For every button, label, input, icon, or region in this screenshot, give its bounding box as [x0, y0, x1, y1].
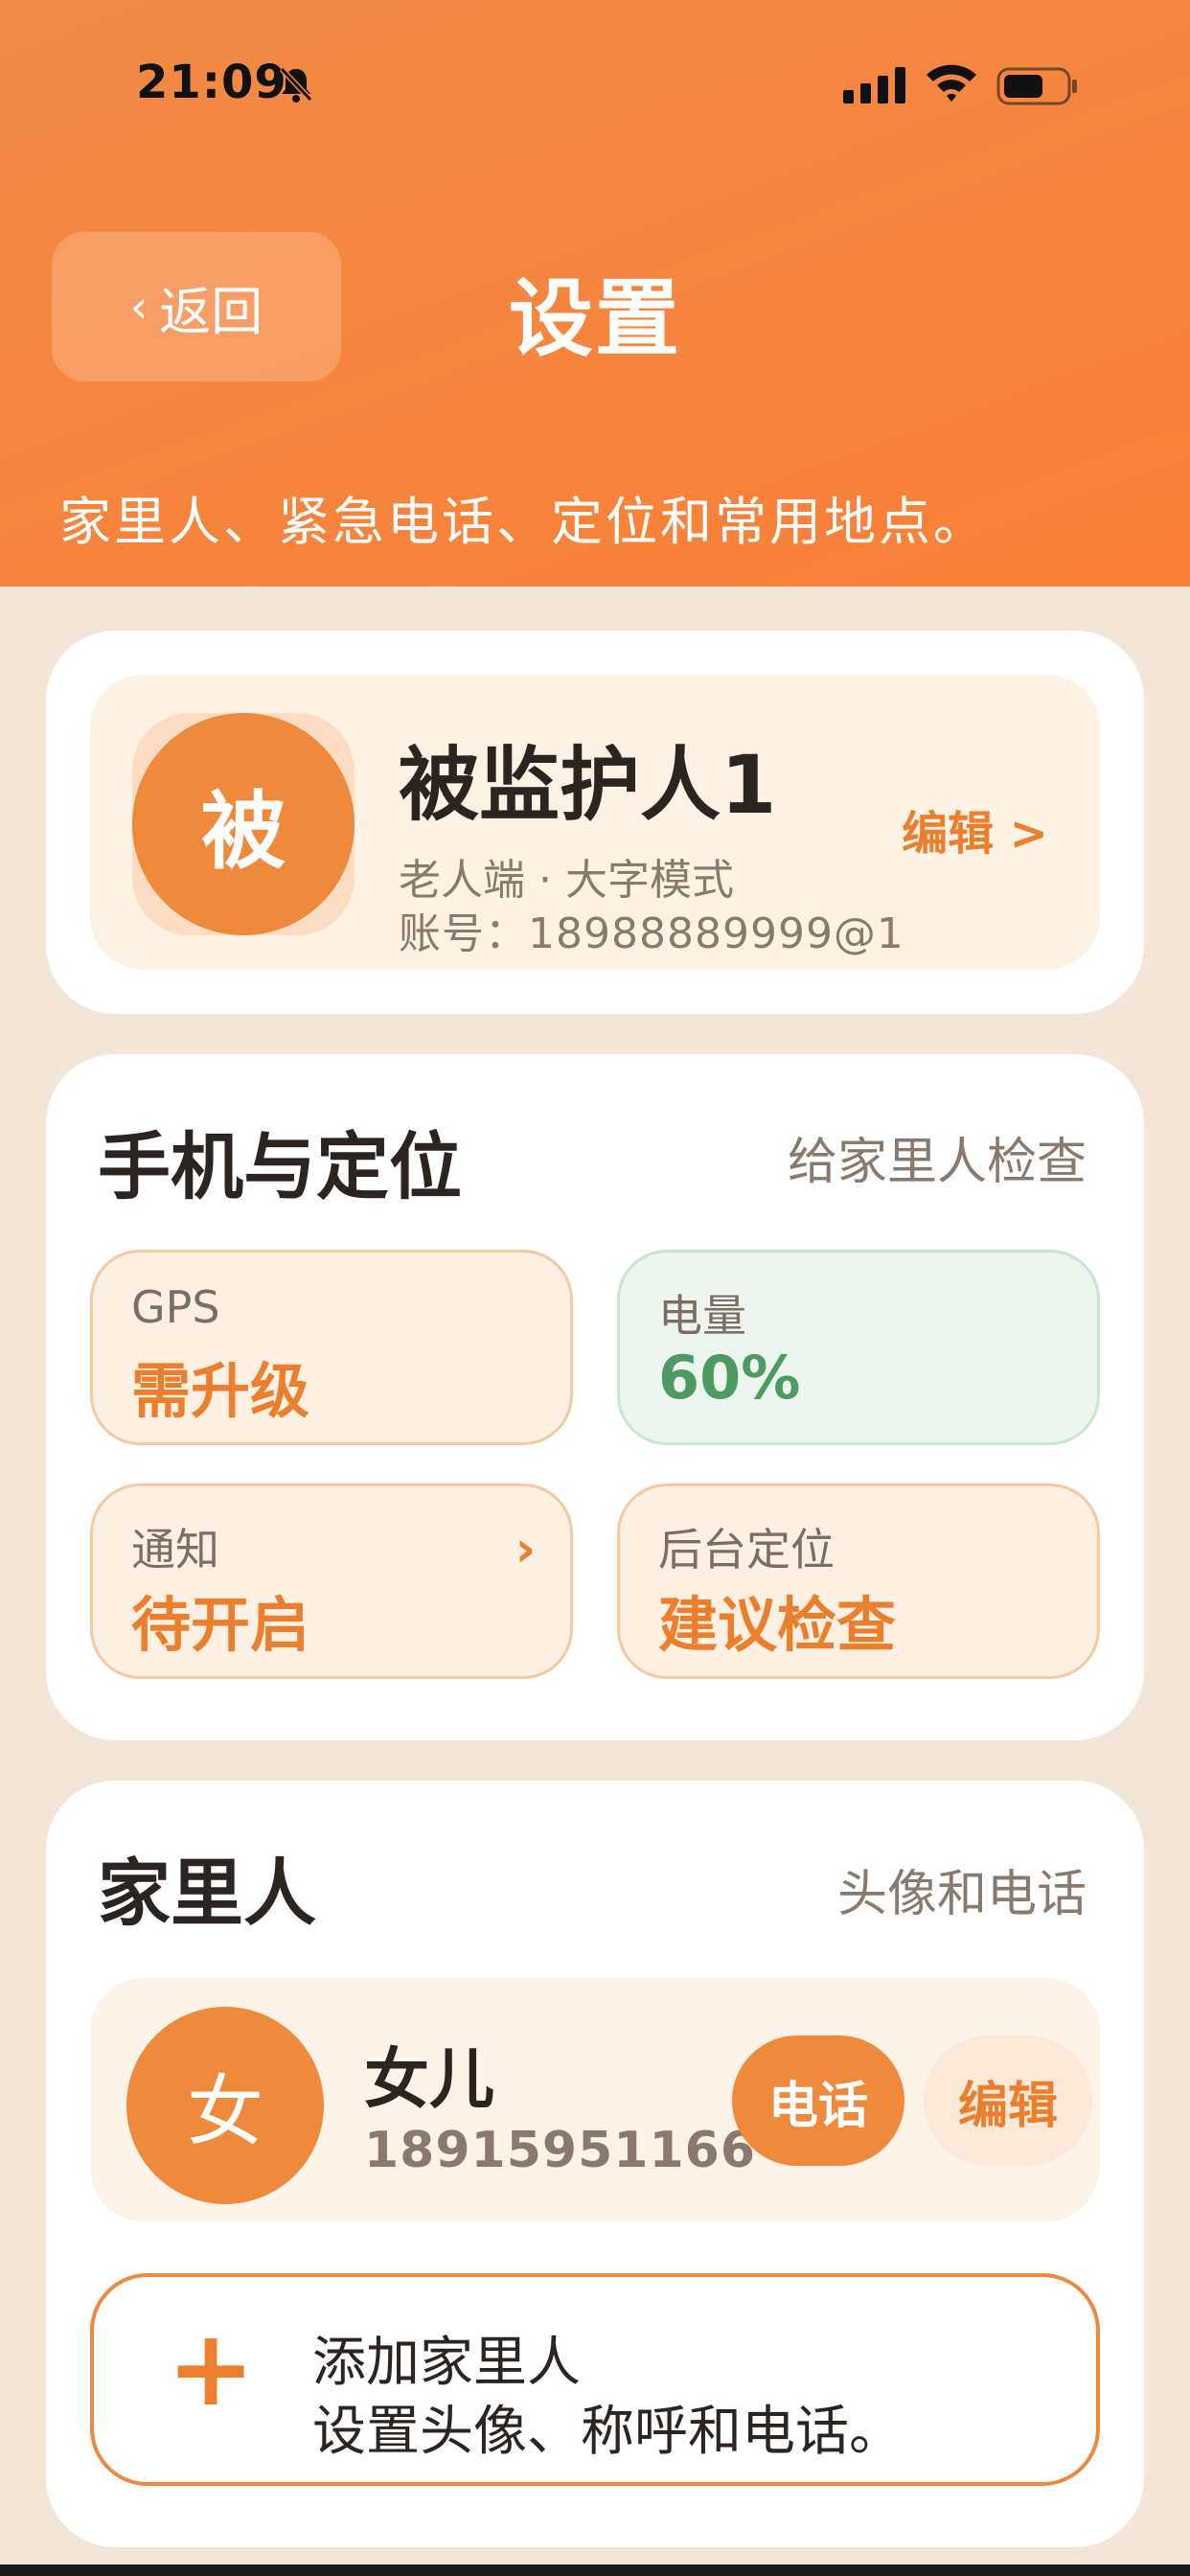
avatar: 被: [132, 713, 355, 935]
section-title: 手机与定位: [98, 1124, 462, 1209]
member-name: 女儿: [364, 2042, 495, 2118]
add-family-title: 添加家里人: [312, 2332, 581, 2394]
add-family-description: 设置头像、称呼和电话。: [312, 2401, 903, 2463]
page-title: 设置: [508, 269, 681, 368]
profile-account: 账号：18988889999@1: [399, 909, 904, 958]
section-hint: 给家里人检查: [787, 1134, 1087, 1191]
tile-label: 电量: [658, 1290, 746, 1342]
tile-value: 60%: [658, 1343, 801, 1413]
battery-icon: [996, 67, 1077, 105]
tile-value: 建议检查: [658, 1590, 897, 1660]
tile-value: 待开启: [131, 1590, 310, 1660]
cellular-signal-icon: [843, 67, 905, 104]
call-button[interactable]: 电话: [732, 2036, 904, 2166]
tile-label: 通知: [131, 1524, 219, 1576]
profile-summary[interactable]: 被 被监护人1 老人端 · 大字模式 账号：18988889999@1 编辑 >: [90, 675, 1100, 970]
family-member-row: 女 女儿 18915951166 电话 编辑: [90, 1978, 1100, 2221]
chevron-right-icon: ›: [515, 1521, 536, 1578]
profile-edit-link[interactable]: 编辑 >: [902, 795, 1048, 862]
section-title: 家里人: [98, 1851, 316, 1936]
tile-label: GPS: [131, 1281, 220, 1333]
plus-icon: +: [167, 2307, 256, 2429]
profile-card: 被 被监护人1 老人端 · 大字模式 账号：18988889999@1 编辑 >: [46, 631, 1144, 1014]
member-phone: 18915951166: [364, 2122, 756, 2179]
profile-mode: 老人端 · 大字模式: [399, 856, 734, 905]
bell-muted-icon: [279, 66, 313, 103]
tile-notification[interactable]: 通知 待开启 ›: [90, 1484, 573, 1679]
tile-battery[interactable]: 电量 60%: [617, 1250, 1100, 1445]
page-subtitle: 家里人、紧急电话、定位和常用地点。: [59, 492, 988, 552]
status-bar: 21:09: [0, 0, 1190, 172]
avatar: 女: [126, 2007, 324, 2204]
section-hint: 头像和电话: [836, 1866, 1087, 1923]
tile-background-location[interactable]: 后台定位 建议检查: [617, 1484, 1100, 1679]
status-time: 21:09: [136, 56, 287, 109]
family-card: 家里人 头像和电话 女 女儿 18915951166 电话 编辑 + 添加家里人…: [46, 1781, 1144, 2547]
edit-member-button[interactable]: 编辑: [924, 2036, 1092, 2166]
header: 21:09 ‹ 返回 设置 家里人、紧急电话、定位和常用地点。: [0, 0, 1190, 586]
tile-gps[interactable]: GPS 需升级: [90, 1250, 573, 1445]
profile-name: 被监护人1: [399, 738, 777, 832]
wifi-icon: [927, 64, 976, 102]
tile-value: 需升级: [131, 1356, 310, 1426]
tile-label: 后台定位: [658, 1524, 835, 1576]
bottom-edge: [0, 2564, 1190, 2576]
phone-location-card: 手机与定位 给家里人检查 GPS 需升级 电量 60% 通知 待开启 › 后台定…: [46, 1054, 1144, 1740]
add-family-button[interactable]: + 添加家里人 设置头像、称呼和电话。: [90, 2273, 1100, 2486]
